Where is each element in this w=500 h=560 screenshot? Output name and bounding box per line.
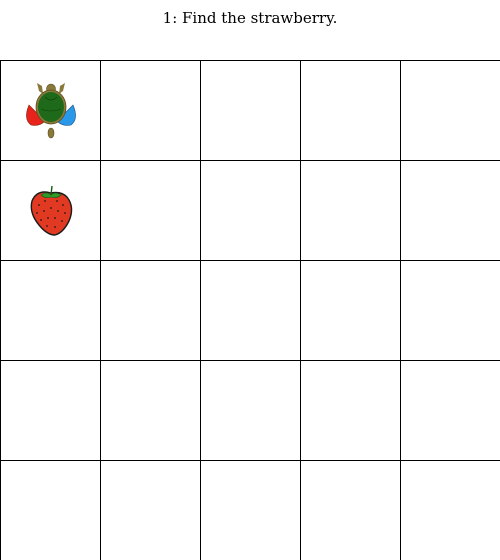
grid-cell-r2-c4[interactable] [400, 260, 500, 360]
grid-cell-r0-c1[interactable] [100, 60, 200, 160]
grid-cell-r1-c3[interactable] [300, 160, 400, 260]
game-grid [0, 60, 500, 560]
grid-cell-r1-c0[interactable] [0, 160, 100, 260]
grid-cell-r4-c1[interactable] [100, 460, 200, 560]
grid-cell-r0-c3[interactable] [300, 60, 400, 160]
grid-cell-r1-c2[interactable] [200, 160, 300, 260]
grid-cell-r3-c0[interactable] [0, 360, 100, 460]
grid-cell-r4-c0[interactable] [0, 460, 100, 560]
grid-cell-r3-c2[interactable] [200, 360, 300, 460]
grid-cell-r2-c2[interactable] [200, 260, 300, 360]
grid-cell-r3-c4[interactable] [400, 360, 500, 460]
grid-cell-r4-c2[interactable] [200, 460, 300, 560]
grid-cell-r2-c0[interactable] [0, 260, 100, 360]
grid-cell-r2-c1[interactable] [100, 260, 200, 360]
grid-cell-r4-c4[interactable] [400, 460, 500, 560]
grid-cell-r4-c3[interactable] [300, 460, 400, 560]
strawberry-icon [30, 185, 73, 236]
turtle-icon [26, 83, 76, 139]
grid-cell-r0-c2[interactable] [200, 60, 300, 160]
grid-cell-r0-c4[interactable] [400, 60, 500, 160]
grid-cell-r2-c3[interactable] [300, 260, 400, 360]
grid-cell-r1-c1[interactable] [100, 160, 200, 260]
grid-cell-r3-c1[interactable] [100, 360, 200, 460]
instruction-text: 1: Find the strawberry. [162, 9, 338, 27]
grid-cell-r1-c4[interactable] [400, 160, 500, 260]
grid-cell-r3-c3[interactable] [300, 360, 400, 460]
grid-cell-r0-c0[interactable] [0, 60, 100, 160]
